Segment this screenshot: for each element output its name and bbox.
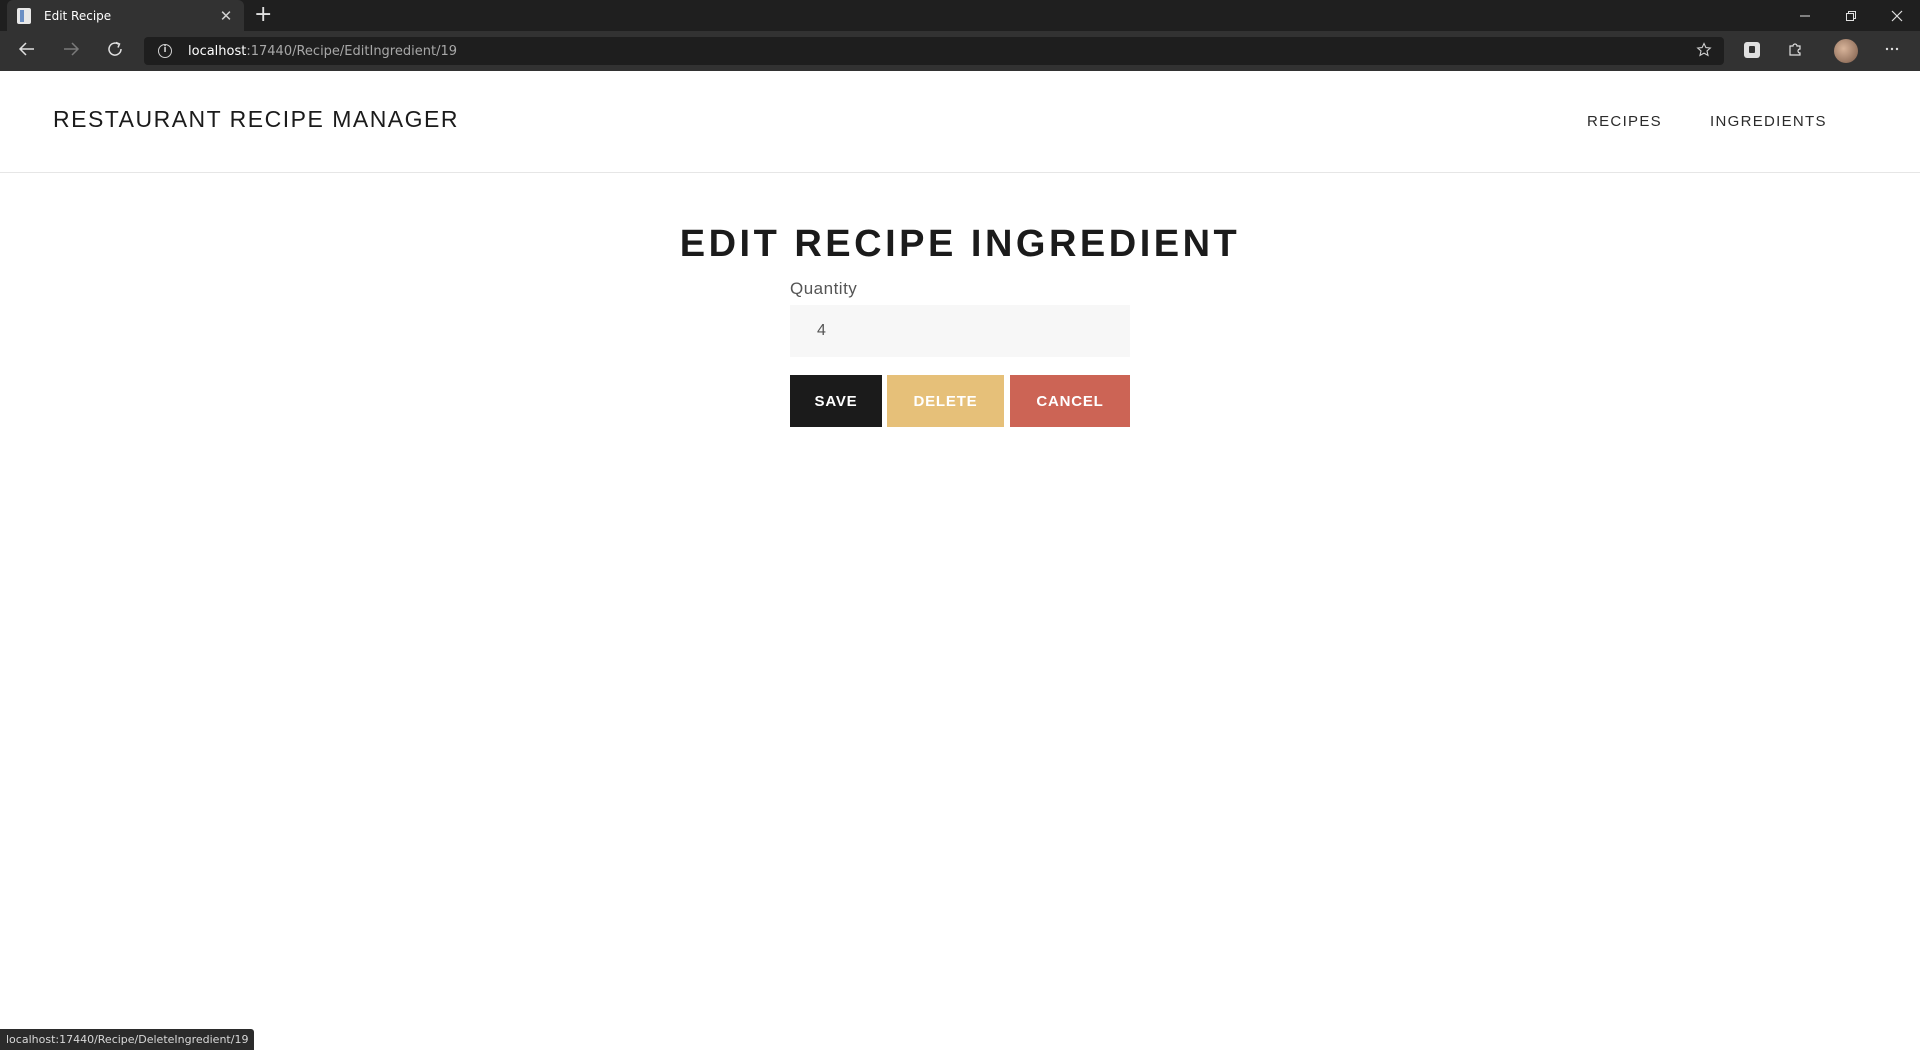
password-lock-icon[interactable]	[1744, 42, 1760, 58]
window-close-icon[interactable]	[1874, 0, 1920, 31]
more-icon[interactable]	[1882, 41, 1902, 61]
brand-title[interactable]: RESTAURANT RECIPE MANAGER	[53, 106, 459, 133]
url-path: :17440/Recipe/EditIngredient/19	[246, 43, 457, 59]
info-icon[interactable]: i	[158, 44, 172, 58]
close-icon[interactable]: ✕	[218, 7, 234, 25]
edit-ingredient-form: Quantity 4 SAVE DELETE CANCEL	[790, 279, 1130, 427]
quantity-label: Quantity	[790, 279, 858, 298]
url-host: localhost	[188, 43, 247, 59]
tab-title: Edit Recipe	[44, 8, 112, 23]
back-arrow-icon[interactable]	[16, 40, 38, 62]
forward-arrow-icon[interactable]	[60, 40, 82, 62]
address-bar[interactable]: i localhost:17440/Recipe/EditIngredient/…	[144, 37, 1724, 65]
plus-icon[interactable]: +	[254, 3, 272, 27]
favorites-star-icon[interactable]	[1696, 42, 1712, 62]
page-title: EDIT RECIPE INGREDIENT	[679, 223, 1241, 265]
site-header: RESTAURANT RECIPE MANAGER RECIPES INGRED…	[0, 71, 1920, 173]
form-buttons: SAVE DELETE CANCEL	[790, 375, 1130, 427]
delete-button[interactable]: DELETE	[887, 375, 1004, 427]
browser-toolbar: i localhost:17440/Recipe/EditIngredient/…	[0, 31, 1920, 71]
browser-tab[interactable]: Edit Recipe ✕	[7, 0, 244, 31]
restore-icon[interactable]	[1828, 0, 1874, 31]
nav-ingredients-link[interactable]: INGREDIENTS	[1710, 113, 1827, 130]
save-button[interactable]: SAVE	[790, 375, 882, 427]
nav-recipes-link[interactable]: RECIPES	[1587, 113, 1662, 130]
reload-icon[interactable]	[104, 40, 126, 62]
page-favicon-icon	[17, 7, 31, 24]
extensions-icon[interactable]	[1785, 41, 1805, 61]
browser-tab-bar: Edit Recipe ✕ +	[0, 0, 1920, 31]
status-bar-url: localhost:17440/Recipe/DeleteIngredient/…	[0, 1029, 255, 1050]
cancel-button[interactable]: CANCEL	[1010, 375, 1130, 427]
minimize-icon[interactable]	[1782, 0, 1828, 31]
avatar[interactable]	[1834, 39, 1858, 63]
page-content: RESTAURANT RECIPE MANAGER RECIPES INGRED…	[0, 71, 1920, 1050]
window-controls	[1782, 0, 1920, 31]
quantity-input[interactable]: 4	[790, 305, 1130, 357]
